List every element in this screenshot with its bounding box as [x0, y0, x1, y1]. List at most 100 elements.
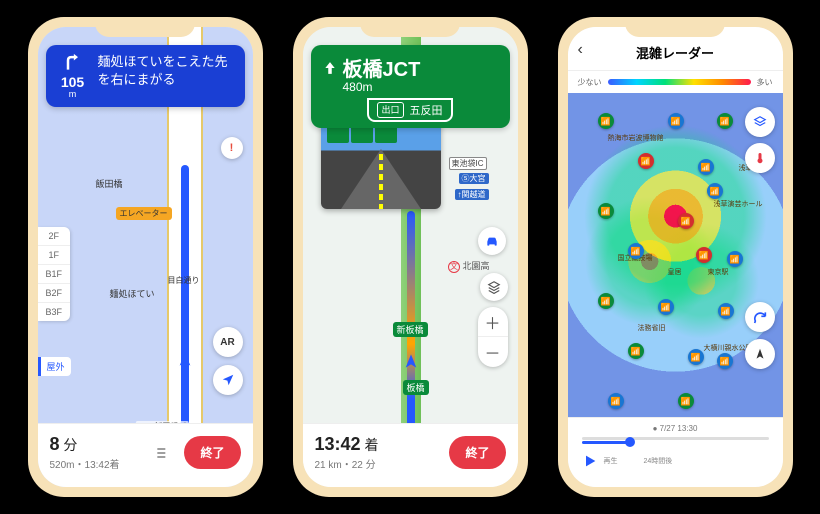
- floor-item[interactable]: B2F: [38, 284, 71, 303]
- notch: [95, 17, 195, 37]
- current-position-icon: [177, 351, 193, 367]
- poi-pin[interactable]: 📶: [598, 113, 614, 129]
- poi-pin[interactable]: 📶: [688, 349, 704, 365]
- turn-instruction-banner: 105 m 麺処ほていをこえた先を右にまがる: [46, 45, 245, 107]
- zoom-in-button[interactable]: ＋: [478, 307, 508, 337]
- up-arrow-icon: [323, 59, 337, 77]
- eta-line2: 21 km・22 分: [315, 456, 440, 471]
- compass-button[interactable]: [745, 339, 775, 369]
- eta-line2: 520m・13:42着: [50, 456, 137, 471]
- map-label-shinitabashi: 新板橋: [393, 322, 428, 337]
- legend-low: 少ない: [578, 77, 602, 88]
- phone-frame-2: 東池袋IC ⑤大宮 ↑関越道 新板橋 板橋 文 北園高 板橋JCT 480m 出…: [293, 17, 528, 497]
- junction-distance: 480m: [343, 80, 498, 94]
- end-navigation-button[interactable]: 終了: [184, 436, 240, 469]
- poi-pin[interactable]: 📶: [718, 303, 734, 319]
- phone-frame-3: ‹ 混雑レーダー 少ない 多い 熱海市岩波博物館 浅草 浅草演芸ホール 国立競技…: [558, 17, 793, 497]
- legend-high: 多い: [757, 77, 773, 88]
- school-icon: 文: [448, 261, 460, 273]
- list-icon: [152, 445, 168, 461]
- layers-button[interactable]: [745, 107, 775, 137]
- layers-button[interactable]: [480, 273, 508, 301]
- poi-pin[interactable]: 📶: [668, 113, 684, 129]
- route-steps-button[interactable]: [146, 439, 174, 467]
- floor-item[interactable]: 1F: [38, 246, 71, 265]
- end-navigation-button[interactable]: 終了: [449, 436, 505, 469]
- screen-congestion-radar: ‹ 混雑レーダー 少ない 多い 熱海市岩波博物館 浅草 浅草演芸ホール 国立競技…: [568, 27, 783, 487]
- map-label: 皇居: [668, 267, 682, 277]
- location-arrow-icon: [221, 373, 235, 387]
- notch: [625, 17, 725, 37]
- timestamp-label: ● 7/27 13:30: [582, 424, 769, 433]
- vehicle-mode-button[interactable]: [478, 227, 506, 255]
- map-label-poi: 麺処ほてい: [110, 287, 155, 300]
- poi-pin[interactable]: 📶: [696, 247, 712, 263]
- poi-pin[interactable]: 📶: [698, 159, 714, 175]
- outdoor-tab[interactable]: 屋外: [38, 357, 71, 376]
- floor-item[interactable]: 2F: [38, 227, 71, 246]
- time-slider[interactable]: [582, 437, 769, 447]
- phone-frame-1: 飯田橋 エレベーター 麺処ほてい 目白通り KDX飯田橋ビ 105 m 麺処ほて…: [28, 17, 263, 497]
- later-label: 24時間後: [644, 456, 673, 466]
- eta-info: 13:42 着 21 km・22 分: [315, 434, 440, 471]
- map-expressway-badge: 東池袋IC: [449, 157, 487, 170]
- ar-button[interactable]: AR: [213, 327, 243, 357]
- map-label: 東京駅: [708, 267, 729, 277]
- exit-label: 出口: [377, 102, 403, 118]
- poi-pin[interactable]: 📶: [678, 393, 694, 409]
- current-position-icon: [403, 353, 419, 369]
- poi-pin[interactable]: 📶: [628, 243, 644, 259]
- exit-destination: 五反田: [410, 102, 443, 118]
- exit-tag: 出口 五反田: [367, 98, 452, 122]
- poi-pin[interactable]: 📶: [727, 251, 743, 267]
- map-label-elevator: エレベーター: [116, 207, 172, 220]
- poi-pin[interactable]: 📶: [598, 293, 614, 309]
- poi-pin[interactable]: 📶: [598, 203, 614, 219]
- bottom-bar: 13:42 着 21 km・22 分 終了: [303, 423, 518, 487]
- poi-pin[interactable]: 📶: [608, 393, 624, 409]
- heatmap-canvas[interactable]: 熱海市岩波博物館 浅草 浅草演芸ホール 国立競技場 皇居 東京駅 法務省旧 大横…: [568, 93, 783, 417]
- map-label: 法務省旧: [638, 323, 666, 333]
- highway-sign-banner: 板橋JCT 480m 出口 五反田: [311, 45, 510, 128]
- poi-pin[interactable]: 📶: [658, 299, 674, 315]
- back-button[interactable]: ‹: [578, 41, 583, 59]
- poi-pin[interactable]: 📶: [717, 113, 733, 129]
- congestion-legend: 少ない 多い: [568, 71, 783, 93]
- compass-icon: [753, 347, 767, 361]
- turn-instruction-text: 麺処ほていをこえた先を右にまがる: [98, 53, 235, 99]
- alert-button[interactable]: !: [221, 137, 243, 159]
- floor-item[interactable]: B3F: [38, 303, 71, 321]
- turn-distance-unit: m: [69, 89, 77, 99]
- junction-3d-view: [321, 119, 441, 209]
- locate-me-button[interactable]: [213, 365, 243, 395]
- map-label: 浅草演芸ホール: [714, 199, 763, 209]
- zoom-control: ＋ －: [478, 307, 508, 367]
- layers-icon: [487, 280, 501, 294]
- thermometer-button[interactable]: [745, 143, 775, 173]
- lane-marking: [379, 154, 383, 209]
- screen-car-nav: 東池袋IC ⑤大宮 ↑関越道 新板橋 板橋 文 北園高 板橋JCT 480m 出…: [303, 27, 518, 487]
- legend-gradient-bar: [608, 79, 751, 85]
- turn-distance: 105 m: [56, 53, 90, 99]
- poi-pin[interactable]: 📶: [678, 213, 694, 229]
- play-button[interactable]: [582, 453, 598, 469]
- floor-picker[interactable]: 2F 1F B1F B2F B3F: [38, 227, 71, 321]
- map-label-station: 飯田橋: [96, 177, 123, 190]
- layers-icon: [753, 115, 767, 129]
- route-line: [181, 165, 189, 441]
- map-route-shield-omiya: ⑤大宮: [459, 173, 489, 184]
- floor-item[interactable]: B1F: [38, 265, 71, 284]
- zoom-out-button[interactable]: －: [478, 337, 508, 367]
- car-icon: [484, 233, 500, 249]
- eta-line1: 13:42 着: [315, 434, 440, 455]
- play-label: 再生: [604, 456, 618, 466]
- reload-button[interactable]: [745, 302, 775, 332]
- poi-pin[interactable]: 📶: [628, 343, 644, 359]
- poi-pin[interactable]: 📶: [707, 183, 723, 199]
- poi-pin[interactable]: 📶: [638, 153, 654, 169]
- page-title: 混雑レーダー: [636, 43, 714, 62]
- poi-pin[interactable]: 📶: [717, 353, 733, 369]
- turn-right-icon: [63, 53, 83, 73]
- map-label-street: 目白通り: [168, 275, 200, 286]
- screen-walking-nav: 飯田橋 エレベーター 麺処ほてい 目白通り KDX飯田橋ビ 105 m 麺処ほて…: [38, 27, 253, 487]
